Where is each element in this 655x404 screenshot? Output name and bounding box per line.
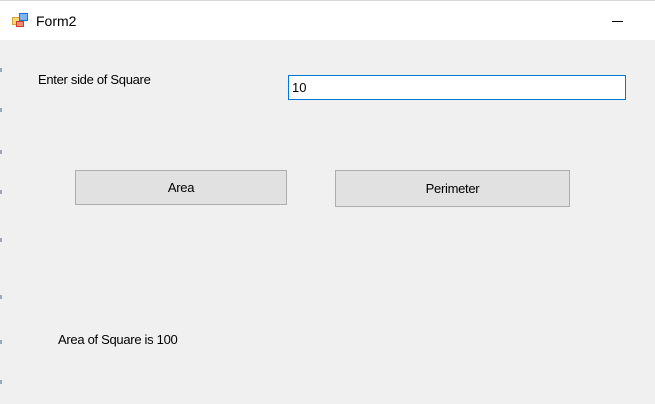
perimeter-button[interactable]: Perimeter: [335, 170, 570, 207]
window-title: Form2: [36, 13, 77, 29]
app-icon: [12, 13, 28, 27]
title-bar[interactable]: Form2: [0, 0, 655, 40]
minimize-button[interactable]: [590, 1, 644, 41]
side-label: Enter side of Square: [38, 72, 151, 87]
minimize-icon: [611, 20, 623, 22]
form2-window: Form2 Enter side of Square Area Perimete…: [0, 0, 655, 404]
left-edge-markers: [0, 40, 3, 404]
side-input[interactable]: [288, 75, 626, 100]
area-button[interactable]: Area: [75, 170, 287, 205]
result-label: Area of Square is 100: [58, 332, 178, 347]
